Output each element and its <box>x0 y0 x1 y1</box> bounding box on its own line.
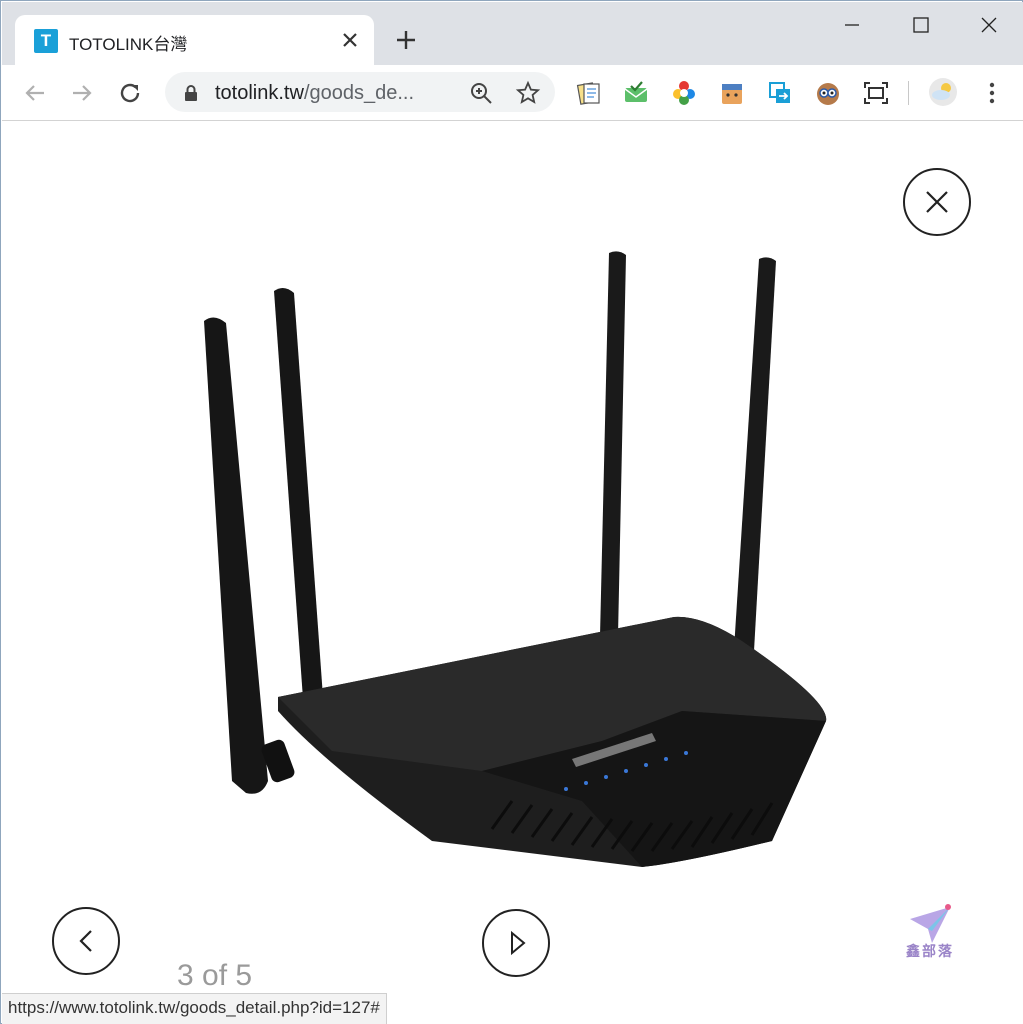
avatar[interactable] <box>928 77 958 107</box>
address-bar[interactable]: totolink.tw/goods_de... <box>165 72 555 112</box>
toolbar-separator <box>908 81 909 105</box>
star-icon[interactable] <box>515 80 541 106</box>
window-close-icon[interactable] <box>966 10 1012 40</box>
close-icon[interactable] <box>337 27 363 53</box>
lightbox-viewer: 3 of 5 鑫部落 https://www.totolink.tw/goods… <box>2 121 1023 1024</box>
browser-window: T TOTOLINK台灣 totolink.tw/goods_de... 3 o… <box>0 0 1023 1024</box>
owl-icon[interactable] <box>814 79 842 107</box>
tab-favicon: T <box>34 29 58 53</box>
back-arrow-icon[interactable] <box>19 77 51 109</box>
tab-title: TOTOLINK台灣 <box>69 35 188 54</box>
mail-check-icon[interactable] <box>622 79 650 107</box>
menu-dots-icon[interactable] <box>978 79 1006 107</box>
play-icon <box>511 930 526 956</box>
reload-icon[interactable] <box>114 77 146 109</box>
new-tab-icon[interactable] <box>392 26 420 54</box>
colorful-logo-icon[interactable] <box>670 79 698 107</box>
previous-button[interactable] <box>52 907 120 975</box>
share-icon[interactable] <box>766 79 794 107</box>
minimize-icon[interactable] <box>829 10 875 40</box>
chevron-left-icon <box>79 930 92 952</box>
close-icon <box>926 191 948 213</box>
close-lightbox-button[interactable] <box>903 168 971 236</box>
image-counter: 3 of 5 <box>177 959 253 992</box>
url-path: /goods_de... <box>303 82 415 104</box>
maximize-icon[interactable] <box>898 10 944 40</box>
browser-toolbar: totolink.tw/goods_de... <box>2 65 1023 121</box>
watermark-text: 鑫部落 <box>906 943 954 959</box>
status-bar: https://www.totolink.tw/goods_detail.php… <box>2 993 387 1024</box>
notes-icon[interactable] <box>575 79 603 107</box>
zoom-icon[interactable] <box>468 80 494 106</box>
lock-icon[interactable] <box>183 84 199 102</box>
tab-strip: T TOTOLINK台灣 <box>2 2 1023 66</box>
play-button[interactable] <box>482 909 550 977</box>
browser-tab[interactable]: T TOTOLINK台灣 <box>15 15 374 66</box>
screenshot-icon[interactable] <box>862 79 890 107</box>
forward-arrow-icon[interactable] <box>66 77 98 109</box>
url-host: totolink.tw <box>215 82 304 104</box>
router-image <box>204 251 827 867</box>
url-text[interactable]: totolink.tw/goods_de... <box>215 82 414 105</box>
face-icon[interactable] <box>718 79 746 107</box>
